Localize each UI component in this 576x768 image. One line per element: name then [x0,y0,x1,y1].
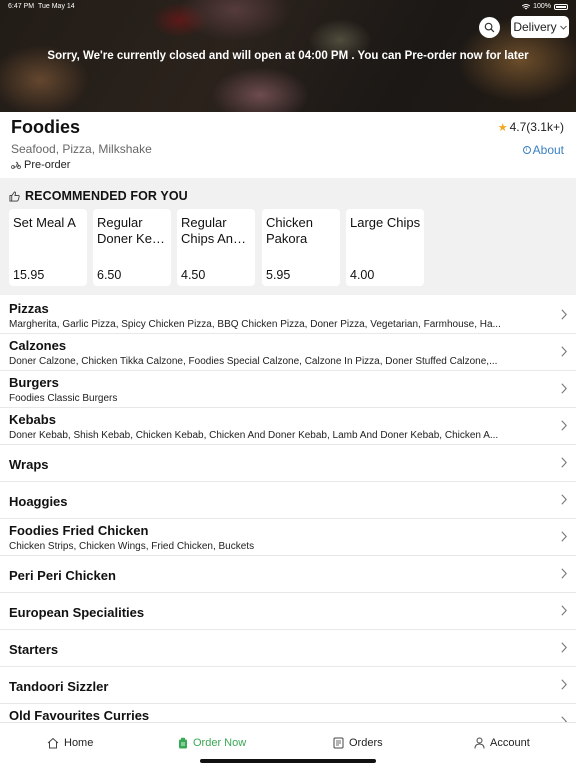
category-row-tandoori[interactable]: Tandoori Sizzler [0,667,576,704]
nav-home[interactable]: Home [47,737,93,749]
category-subtitle: Chicken Strips, Chicken Wings, Fried Chi… [9,541,255,552]
nav-order-now[interactable]: Order Now [178,737,246,749]
wifi-icon [522,3,531,9]
category-subtitle: Margherita, Garlic Pizza, Spicy Chicken … [9,319,501,330]
recommended-item-name: Set Meal A [13,215,76,230]
category-title: Peri Peri Chicken [9,568,116,583]
chevron-right-icon [561,309,567,320]
search-icon [484,22,495,33]
nav-account[interactable]: Account [474,737,530,749]
nav-order-now-label: Order Now [193,737,247,749]
recommended-item-price: 6.50 [97,268,122,282]
chevron-right-icon [561,642,567,653]
recommended-item-name: Regular Chips An… [181,215,247,246]
category-list: Pizzas Margherita, Garlic Pizza, Spicy C… [0,297,576,741]
category-title: Burgers [9,375,59,390]
nav-orders-label: Orders [349,737,383,749]
recommended-item-price: 15.95 [13,268,45,282]
status-right: 100% [522,3,568,10]
category-title: Old Favourites Curries [9,708,150,723]
recommended-item-price: 4.00 [350,268,375,282]
category-subtitle: Doner Calzone, Chicken Tikka Calzone, Fo… [9,356,498,367]
closed-message: Sorry, We're currently closed and will o… [47,50,529,62]
about-link[interactable]: i About [522,143,564,157]
category-row-calzones[interactable]: Calzones Doner Calzone, Chicken Tikka Ca… [0,334,576,371]
recommended-section: RECOMMENDED FOR YOU Set Meal A 15.95 Reg… [0,178,576,295]
recommended-item-name: Regular Doner Ke… [97,215,165,246]
home-indicator [200,759,376,763]
chevron-right-icon [561,346,567,357]
nav-orders[interactable]: Orders [333,737,383,749]
star-icon: ★ [497,121,508,134]
restaurant-name: Foodies [11,117,81,137]
category-title: European Specialities [9,605,145,620]
recommended-item-price: 5.95 [266,268,291,282]
rating[interactable]: ★ 4.7(3.1k+) [498,120,564,134]
category-row-pizzas[interactable]: Pizzas Margherita, Garlic Pizza, Spicy C… [0,297,576,334]
category-title: Foodies Fried Chicken [9,523,149,538]
chevron-right-icon [561,383,567,394]
category-row-burgers[interactable]: Burgers Foodies Classic Burgers [0,371,576,408]
category-subtitle: Foodies Classic Burgers [9,393,118,404]
category-title: Kebabs [9,412,56,427]
recommended-title-text: RECOMMENDED FOR YOU [25,189,188,203]
status-bar: 6:47 PM Tue May 14 100% [0,0,576,14]
recommended-item-name: Large Chips [350,215,421,230]
chevron-right-icon [561,457,567,468]
recommended-item-name: Chicken Pakora [266,215,313,246]
chevron-right-icon [561,531,567,542]
delivery-label: Delivery [513,20,557,34]
category-row-starters[interactable]: Starters [0,630,576,667]
hero-banner: 6:47 PM Tue May 14 100% Delivery Sorry, … [0,0,576,112]
chevron-right-icon [561,568,567,579]
order-bag-icon [179,737,187,749]
category-title: Calzones [9,338,67,353]
chevron-right-icon [561,420,567,431]
chevron-right-icon [561,494,567,505]
restaurant-info: Foodies ★ 4.7(3.1k+) Seafood, Pizza, Mil… [0,112,576,178]
user-icon [474,737,485,749]
category-row-wraps[interactable]: Wraps [0,445,576,482]
category-row-european[interactable]: European Specialities [0,593,576,630]
preorder-indicator: Pre-order [11,159,70,171]
recommended-item[interactable]: Regular Doner Ke… 6.50 [93,209,171,286]
recommended-item[interactable]: Large Chips 4.00 [346,209,424,286]
recommended-item-price: 4.50 [181,268,206,282]
category-row-hoaggies[interactable]: Hoaggies [0,482,576,519]
recommended-item[interactable]: Regular Chips An… 4.50 [177,209,255,286]
chevron-right-icon [561,605,567,616]
category-title: Tandoori Sizzler [9,679,109,694]
about-label: About [532,143,564,157]
delivery-mode-select[interactable]: Delivery [511,16,569,38]
info-icon: i [522,146,531,154]
battery-icon [554,3,568,10]
nav-home-label: Home [64,737,94,749]
recommended-item[interactable]: Set Meal A 15.95 [9,209,87,286]
nav-account-label: Account [490,737,530,749]
category-row-kebabs[interactable]: Kebabs Doner Kebab, Shish Kebab, Chicken… [0,408,576,445]
category-row-peri-peri[interactable]: Peri Peri Chicken [0,556,576,593]
scooter-icon [11,161,21,169]
category-row-fried-chicken[interactable]: Foodies Fried Chicken Chicken Strips, Ch… [0,519,576,556]
battery-percent: 100% [533,3,551,10]
rating-value: 4.7(3.1k+) [509,120,564,134]
chevron-right-icon [561,679,567,690]
category-title: Pizzas [9,301,49,316]
search-button[interactable] [479,17,500,38]
preorder-label: Pre-order [24,159,71,171]
category-title: Hoaggies [9,494,68,509]
status-time: 6:47 PM Tue May 14 [8,3,75,10]
recommended-item[interactable]: Chicken Pakora 5.95 [262,209,340,286]
restaurant-menu-screen: 6:47 PM Tue May 14 100% Delivery Sorry, … [0,0,576,768]
category-title: Starters [9,642,59,657]
category-title: Wraps [9,457,49,472]
home-icon [47,737,59,749]
category-subtitle: Doner Kebab, Shish Kebab, Chicken Kebab,… [9,430,499,441]
thumbs-up-icon [9,191,20,201]
receipt-icon [333,737,344,749]
chevron-down-icon [559,25,567,30]
cuisine-list: Seafood, Pizza, Milkshake [11,142,152,156]
recommended-title: RECOMMENDED FOR YOU [9,189,188,203]
